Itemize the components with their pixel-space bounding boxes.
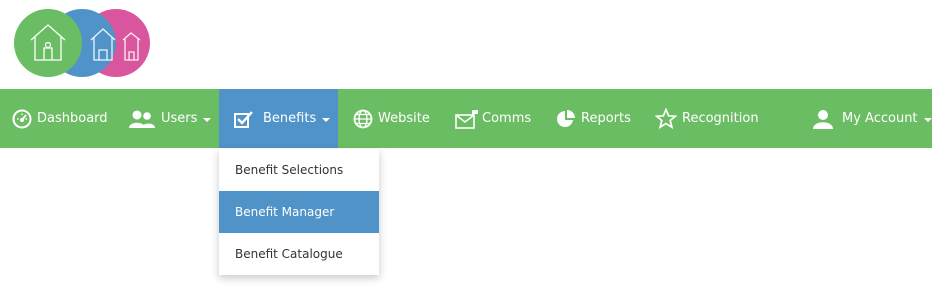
- main-navbar: Dashboard Users Benefits Website Comms R…: [0, 89, 932, 148]
- menu-item-benefit-catalogue[interactable]: Benefit Catalogue: [219, 233, 379, 275]
- nav-reports[interactable]: Reports: [556, 89, 631, 148]
- nav-recognition-label: Recognition: [682, 111, 759, 126]
- user-icon: [813, 109, 833, 129]
- users-icon: [128, 109, 156, 129]
- nav-my-account[interactable]: My Account: [813, 89, 932, 148]
- pie-chart-icon: [556, 109, 576, 129]
- star-icon: [655, 108, 677, 129]
- menu-item-benefit-manager[interactable]: Benefit Manager: [219, 191, 379, 233]
- benefits-dropdown-menu: Benefit Selections Benefit Manager Benef…: [219, 149, 379, 275]
- nav-users[interactable]: Users: [128, 89, 212, 148]
- chevron-down-icon: [203, 117, 212, 122]
- nav-benefits-label: Benefits: [263, 111, 317, 126]
- nav-website-label: Website: [378, 111, 430, 126]
- chevron-down-icon: [322, 117, 331, 122]
- envelope-icon: [455, 109, 479, 129]
- nav-website[interactable]: Website: [353, 89, 430, 148]
- nav-my-account-label: My Account: [842, 111, 918, 126]
- speedometer-icon: [12, 109, 32, 129]
- checkbox-icon: [234, 110, 254, 128]
- nav-dashboard[interactable]: Dashboard: [12, 89, 108, 148]
- nav-comms[interactable]: Comms: [455, 89, 531, 148]
- nav-comms-label: Comms: [482, 111, 532, 126]
- nav-recognition[interactable]: Recognition: [655, 89, 759, 148]
- nav-users-label: Users: [161, 111, 198, 126]
- nav-reports-label: Reports: [581, 111, 631, 126]
- nav-benefits[interactable]: Benefits: [219, 89, 338, 148]
- chevron-down-icon: [923, 117, 932, 122]
- menu-item-benefit-selections[interactable]: Benefit Selections: [219, 149, 379, 191]
- menu-item-label: Benefit Catalogue: [235, 247, 343, 261]
- menu-item-label: Benefit Manager: [235, 205, 335, 219]
- nav-dashboard-label: Dashboard: [37, 111, 108, 126]
- globe-icon: [353, 109, 373, 129]
- menu-item-label: Benefit Selections: [235, 163, 344, 177]
- brand-logo: [14, 9, 150, 77]
